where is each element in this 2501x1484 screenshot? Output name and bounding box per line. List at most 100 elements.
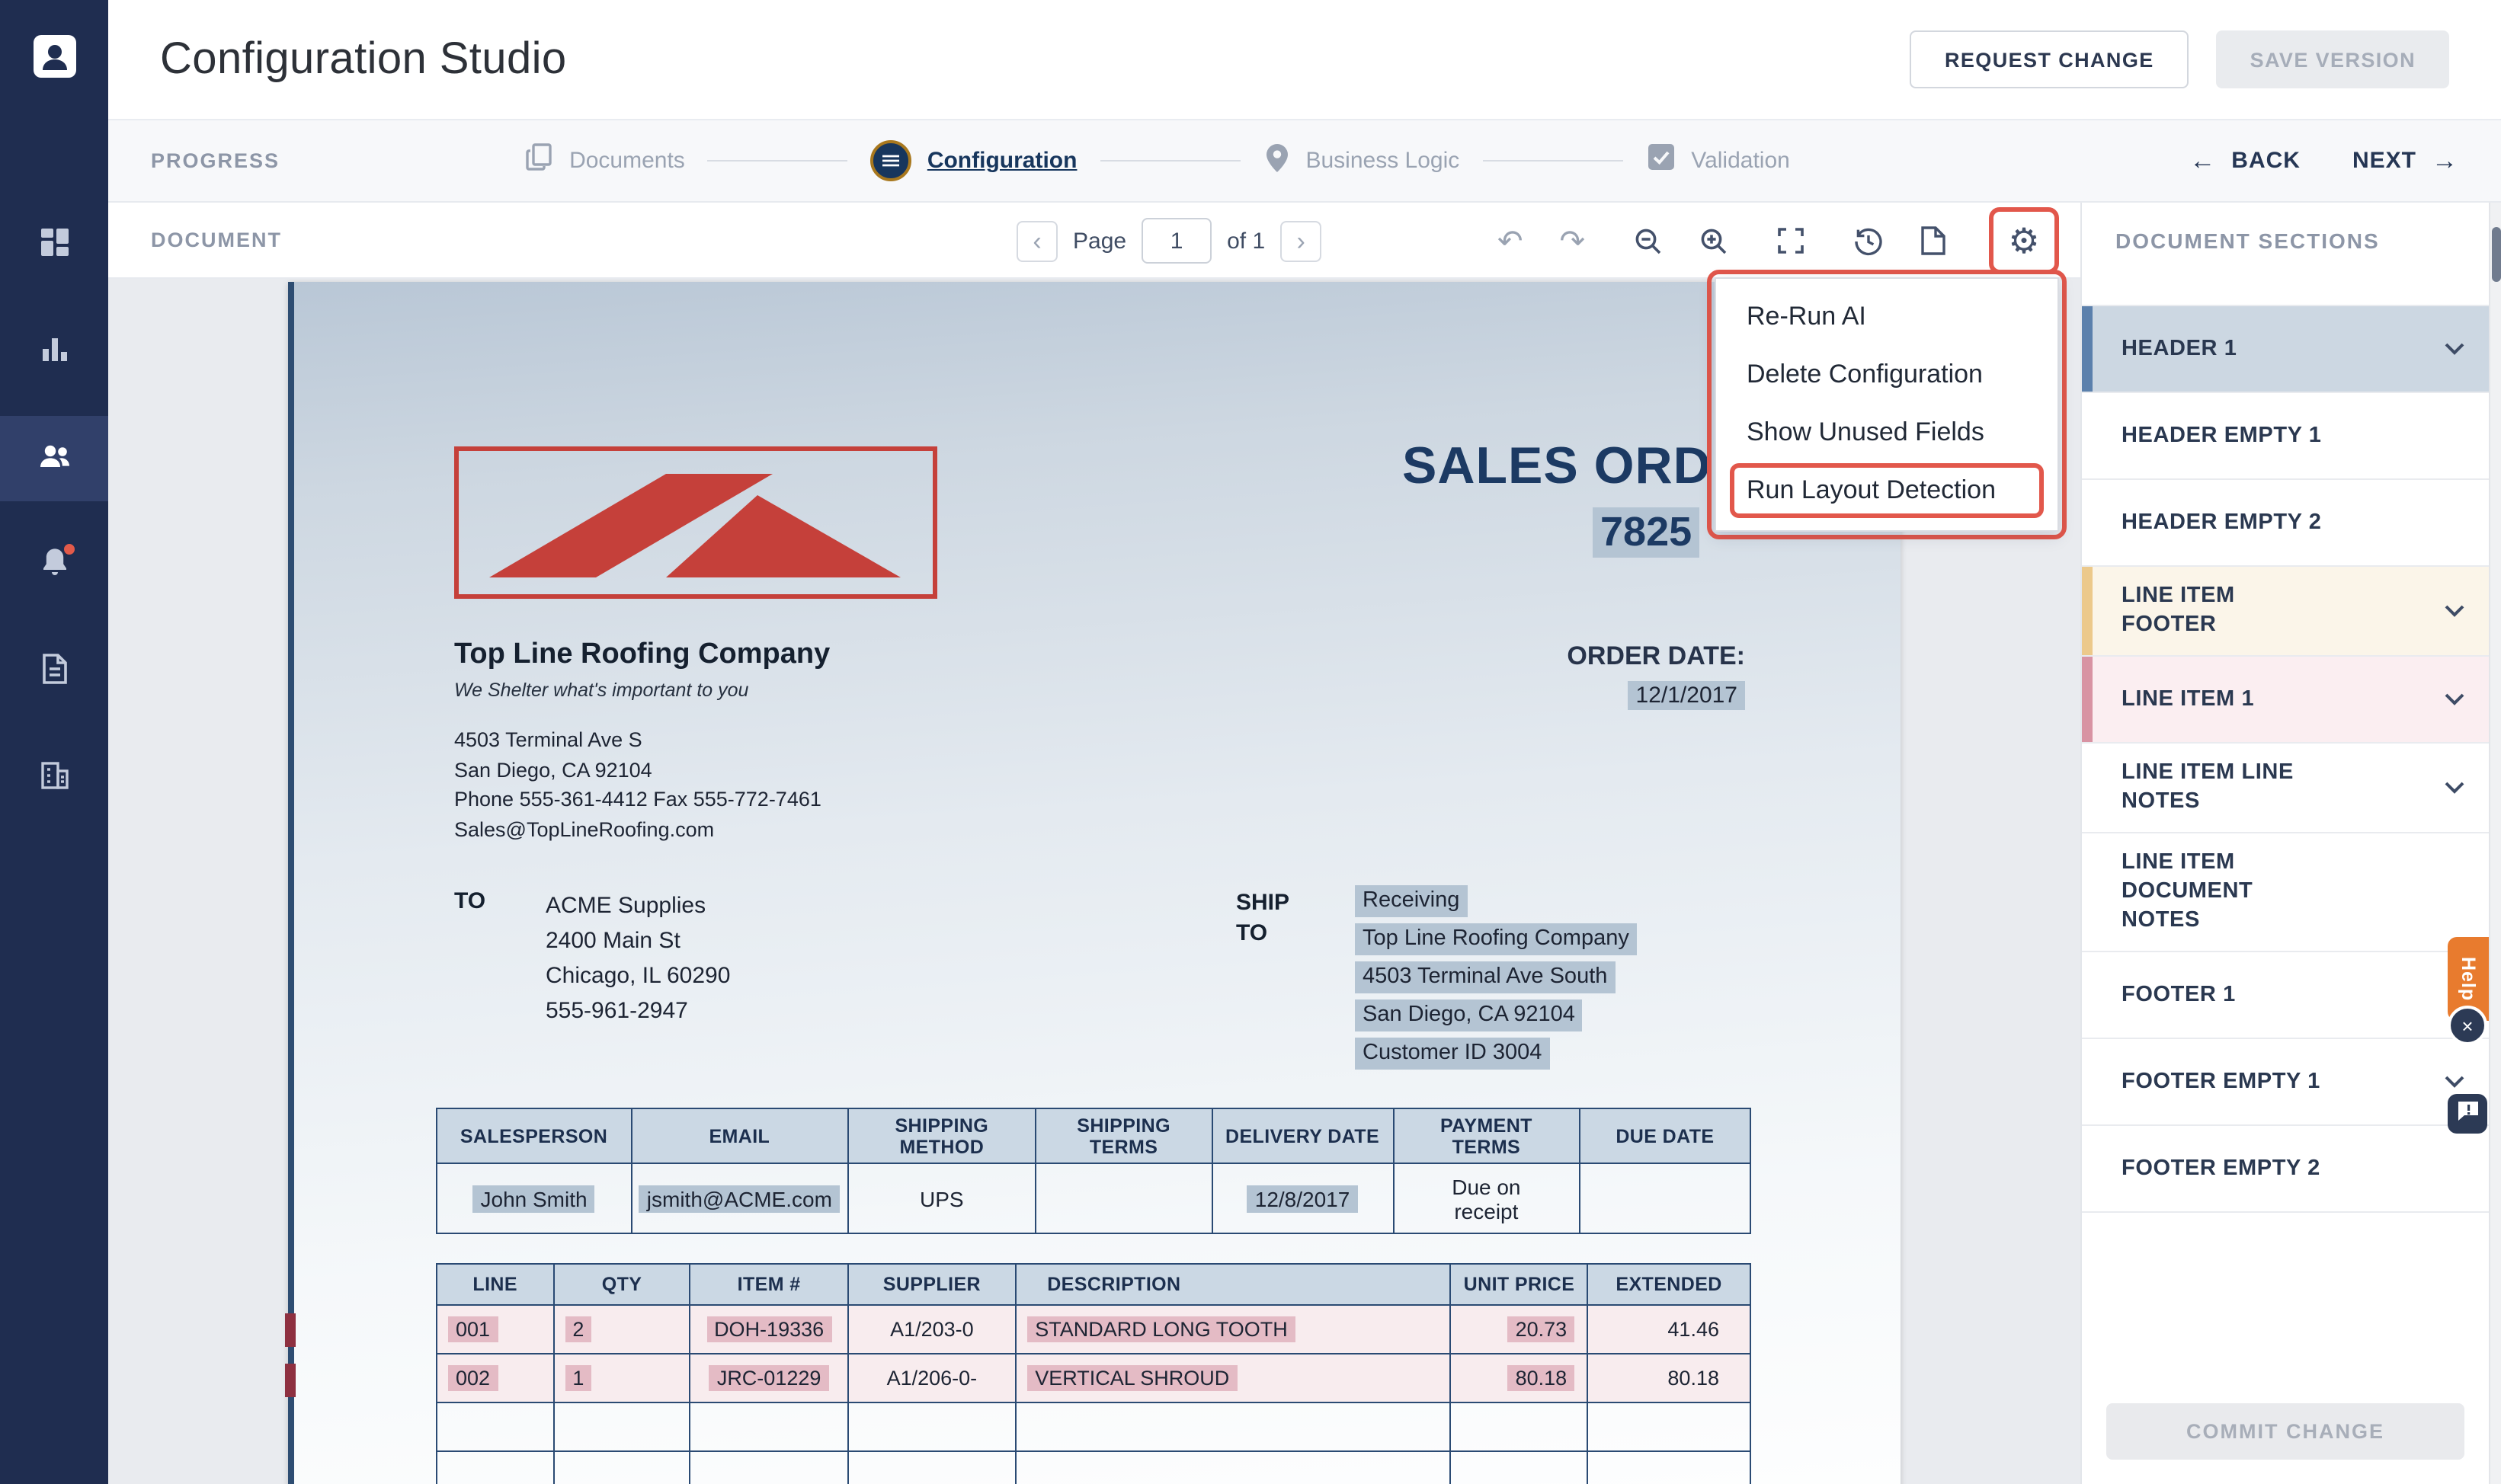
next-button[interactable]: NEXT → bbox=[2352, 146, 2458, 176]
section-footer-1[interactable]: FOOTER 1 bbox=[2082, 952, 2489, 1039]
ship-to-field[interactable]: Customer ID 3004 bbox=[1355, 1038, 1549, 1070]
chevron-down-icon[interactable] bbox=[2445, 782, 2464, 794]
chat-bubble-icon bbox=[2456, 1099, 2479, 1128]
menu-item-delete-configuration[interactable]: Delete Configuration bbox=[1716, 346, 2057, 404]
menu-item-re-run-ai[interactable]: Re-Run AI bbox=[1716, 288, 2057, 346]
description-value[interactable]: STANDARD LONG TOOTH bbox=[1027, 1316, 1295, 1342]
users-icon bbox=[36, 438, 72, 479]
nav-dashboard[interactable] bbox=[0, 203, 108, 288]
qty-value[interactable]: 1 bbox=[565, 1365, 591, 1391]
redo-icon[interactable]: ↷ bbox=[1559, 222, 1585, 260]
menu-item-run-layout-detection[interactable]: Run Layout Detection bbox=[1730, 463, 2044, 518]
section-footer-empty-2[interactable]: FOOTER EMPTY 2 bbox=[2082, 1126, 2489, 1213]
salesperson-value[interactable]: John Smith bbox=[473, 1185, 595, 1212]
order-date-value[interactable]: 12/1/2017 bbox=[1628, 681, 1745, 710]
chevron-down-icon[interactable] bbox=[2445, 693, 2464, 705]
item-number-value[interactable]: JRC-01229 bbox=[709, 1365, 829, 1391]
page-navigation: ‹ Page of 1 › bbox=[1017, 218, 1321, 264]
shipping-terms-value bbox=[1036, 1163, 1212, 1233]
close-help-button[interactable]: × bbox=[2448, 1006, 2487, 1045]
sales-order-page: SALES ORDER 7825 ORDER DATE: 12/1/2017 T… bbox=[288, 282, 1901, 1484]
line-item-row: 002 1 JRC-01229 A1/206-0- VERTICAL SHROU… bbox=[437, 1354, 1750, 1402]
file-icon bbox=[39, 651, 69, 692]
nav-notifications[interactable] bbox=[0, 523, 108, 608]
ship-to-field[interactable]: 4503 Terminal Ave South bbox=[1355, 961, 1615, 993]
configuration-studio-app: Configuration Studio REQUEST CHANGE SAVE… bbox=[0, 0, 2501, 1484]
wizard-nav: ← BACK NEXT → bbox=[2189, 146, 2458, 176]
nav-documents[interactable] bbox=[0, 629, 108, 715]
ship-to-field[interactable]: San Diego, CA 92104 bbox=[1355, 999, 1583, 1031]
nav-users[interactable] bbox=[0, 416, 108, 501]
history-icon[interactable] bbox=[1853, 226, 1884, 255]
page-left-edge-marker bbox=[288, 282, 294, 1484]
line-number-value[interactable]: 002 bbox=[448, 1365, 498, 1391]
company-address: 4503 Terminal Ave S San Diego, CA 92104 … bbox=[454, 725, 830, 844]
supplier-value: A1/203-0 bbox=[848, 1305, 1017, 1354]
step-documents[interactable]: Documents bbox=[524, 142, 685, 180]
zoom-out-icon[interactable] bbox=[1634, 226, 1663, 255]
sales-order-number[interactable]: 7825 bbox=[1593, 507, 1699, 558]
empty-line-row bbox=[437, 1451, 1750, 1484]
workspace: DOCUMENT ‹ Page of 1 › ↶ ↷ bbox=[108, 203, 2501, 1484]
configuration-step-icon bbox=[871, 140, 912, 181]
nav-organization[interactable] bbox=[0, 736, 108, 821]
person-badge-icon bbox=[31, 59, 77, 85]
section-header-empty-1[interactable]: HEADER EMPTY 1 bbox=[2082, 393, 2489, 480]
commit-change-button[interactable]: COMMIT CHANGE bbox=[2106, 1403, 2464, 1460]
step-validation[interactable]: Validation bbox=[1645, 142, 1790, 180]
line-number-value[interactable]: 001 bbox=[448, 1316, 498, 1342]
arrow-left-icon: ← bbox=[2189, 146, 2216, 176]
toolbar-icons: ↶ ↷ ⚙ bbox=[1497, 203, 2059, 279]
line-items-table: LINE QTY ITEM # SUPPLIER DESCRIPTION UNI… bbox=[436, 1263, 1751, 1484]
company-tagline: We Shelter what's important to you bbox=[454, 680, 830, 701]
back-button[interactable]: ← BACK bbox=[2189, 146, 2301, 176]
order-date-block: ORDER DATE: 12/1/2017 bbox=[1567, 641, 1745, 710]
page-label: Page bbox=[1073, 228, 1126, 254]
sections-panel-title: DOCUMENT SECTIONS bbox=[2082, 203, 2489, 253]
request-change-button[interactable]: REQUEST CHANGE bbox=[1910, 30, 2189, 88]
empty-line-row bbox=[437, 1402, 1750, 1451]
section-header-1[interactable]: HEADER 1 bbox=[2082, 306, 2489, 393]
fullscreen-icon[interactable] bbox=[1777, 227, 1804, 254]
nav-analytics[interactable] bbox=[0, 309, 108, 395]
save-version-button[interactable]: SAVE VERSION bbox=[2217, 30, 2449, 88]
unit-price-value[interactable]: 20.73 bbox=[1508, 1316, 1575, 1342]
chevron-down-icon[interactable] bbox=[2445, 605, 2464, 617]
undo-icon[interactable]: ↶ bbox=[1497, 222, 1523, 260]
email-value[interactable]: jsmith@ACME.com bbox=[639, 1185, 840, 1212]
arrow-right-icon: → bbox=[2432, 146, 2458, 176]
due-date-value bbox=[1580, 1163, 1750, 1233]
bar-chart-icon bbox=[37, 331, 71, 373]
description-value[interactable]: VERTICAL SHROUD bbox=[1027, 1365, 1237, 1391]
section-footer-empty-1[interactable]: FOOTER EMPTY 1 bbox=[2082, 1039, 2489, 1126]
company-block: Top Line Roofing Company We Shelter what… bbox=[454, 638, 830, 844]
chevron-down-icon[interactable] bbox=[2445, 343, 2464, 355]
zoom-in-icon[interactable] bbox=[1699, 226, 1728, 255]
section-line-item-footer[interactable]: LINE ITEM FOOTER bbox=[2082, 567, 2489, 657]
header-actions: REQUEST CHANGE SAVE VERSION bbox=[1910, 30, 2449, 88]
ship-to-field[interactable]: Top Line Roofing Company bbox=[1355, 923, 1637, 955]
feedback-button[interactable] bbox=[2448, 1094, 2487, 1134]
map-pin-icon bbox=[1263, 141, 1290, 181]
chevron-down-icon[interactable] bbox=[2445, 1076, 2464, 1088]
delivery-date-value[interactable]: 12/8/2017 bbox=[1247, 1185, 1358, 1212]
menu-item-show-unused-fields[interactable]: Show Unused Fields bbox=[1716, 404, 2057, 462]
ship-to-field[interactable]: Receiving bbox=[1355, 885, 1467, 917]
scrollbar-thumb[interactable] bbox=[2492, 227, 2501, 282]
section-header-empty-2[interactable]: HEADER EMPTY 2 bbox=[2082, 480, 2489, 567]
unit-price-value[interactable]: 80.18 bbox=[1508, 1365, 1575, 1391]
page-number-input[interactable] bbox=[1142, 218, 1212, 264]
item-number-value[interactable]: DOH-19336 bbox=[706, 1316, 831, 1342]
settings-gear-icon[interactable]: ⚙ bbox=[2008, 223, 2039, 258]
document-preview-icon[interactable] bbox=[1920, 225, 1946, 256]
app-logo[interactable] bbox=[31, 34, 77, 87]
step-business-logic[interactable]: Business Logic bbox=[1263, 141, 1459, 181]
section-line-item-document-notes[interactable]: LINE ITEM DOCUMENT NOTES bbox=[2082, 833, 2489, 952]
step-configuration[interactable]: Configuration bbox=[871, 140, 1078, 181]
next-page-button[interactable]: › bbox=[1280, 220, 1321, 261]
previous-page-button[interactable]: ‹ bbox=[1017, 220, 1058, 261]
qty-value[interactable]: 2 bbox=[565, 1316, 591, 1342]
vertical-scrollbar[interactable] bbox=[2489, 203, 2501, 1484]
section-line-item-1[interactable]: LINE ITEM 1 bbox=[2082, 657, 2489, 744]
section-line-item-line-notes[interactable]: LINE ITEM LINE NOTES bbox=[2082, 744, 2489, 833]
